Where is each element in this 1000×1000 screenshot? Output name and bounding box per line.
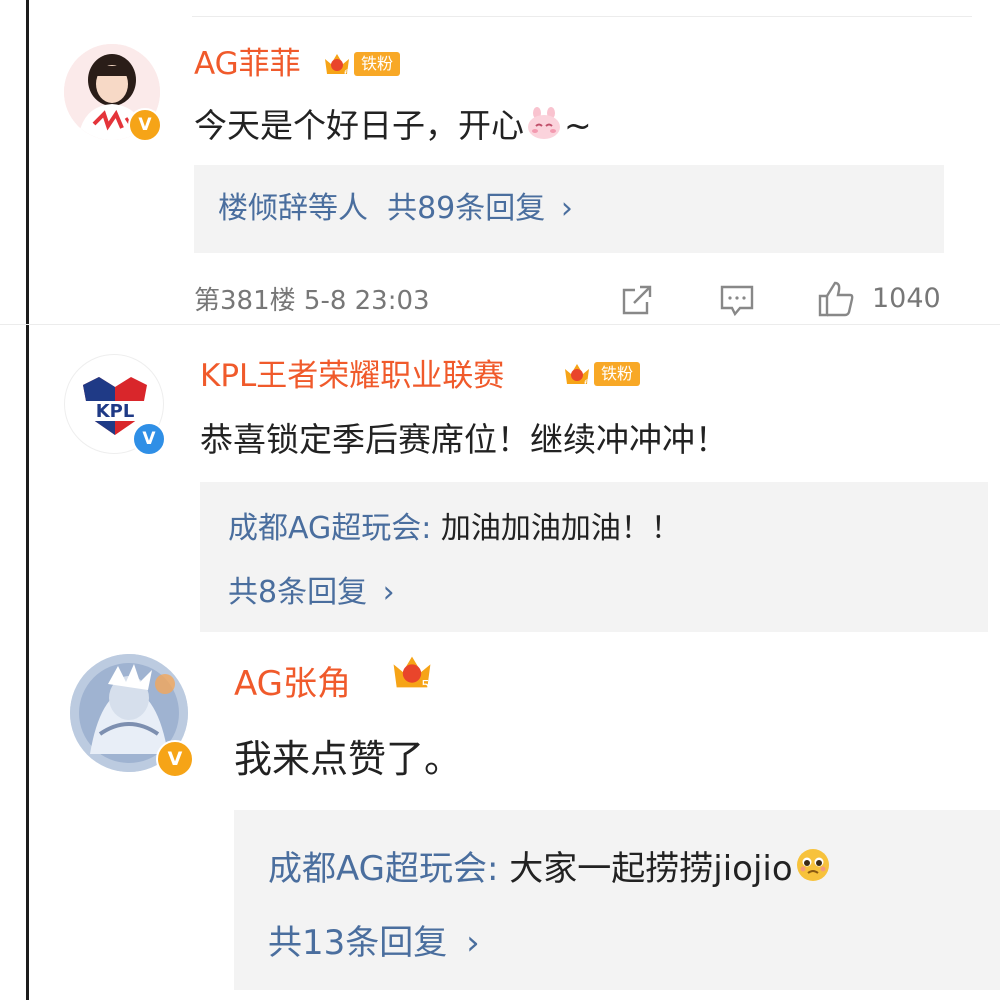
- fan-level-badge: 6 铁粉: [560, 358, 641, 390]
- reply-count-link[interactable]: 共8条回复 ›: [228, 572, 395, 614]
- reply-preview[interactable]: 成都AG超玩会: 大家一起捞捞jiojio: [268, 846, 831, 895]
- crown-icon: 5: [388, 656, 436, 688]
- share-icon[interactable]: [616, 280, 658, 320]
- reply-summary-link[interactable]: 楼倾辞等人 共89条回复 ›: [218, 188, 573, 230]
- thread-guide-line: [26, 0, 29, 1000]
- chevron-right-icon: ›: [560, 191, 573, 226]
- comment-text: 恭喜锁定季后赛席位！继续冲冲冲！: [200, 420, 728, 459]
- username[interactable]: KPL王者荣耀职业联赛: [200, 356, 504, 396]
- fan-level-badge: 5: [388, 656, 436, 688]
- reply-preview-box[interactable]: 成都AG超玩会: 加油加油加油！！ 共8条回复 ›: [200, 482, 988, 632]
- thumbs-up-icon[interactable]: [814, 278, 858, 320]
- crown-icon: 6: [560, 358, 594, 390]
- svg-text:KPL: KPL: [96, 401, 135, 422]
- reply-preview[interactable]: 成都AG超玩会: 加油加油加油！！: [228, 508, 681, 550]
- comment-text: 今天是个好日子，开心 ~: [194, 104, 592, 150]
- svg-text:6: 6: [584, 379, 590, 389]
- reply-author[interactable]: 成都AG超玩会:: [268, 849, 498, 889]
- verified-badge-icon: V: [156, 740, 194, 778]
- pleading-emoji-icon: [795, 847, 831, 895]
- comment-icon[interactable]: [716, 280, 758, 320]
- verified-badge-icon: V: [128, 108, 162, 142]
- crown-icon: 6: [320, 48, 354, 80]
- fan-tag: 铁粉: [354, 52, 401, 76]
- svg-text:5: 5: [421, 678, 430, 688]
- reply-count-link[interactable]: 共13条回复 ›: [268, 920, 480, 966]
- fan-level-badge: 6 铁粉: [320, 48, 401, 80]
- chevron-right-icon: ›: [382, 575, 395, 610]
- reply-summary-box[interactable]: 楼倾辞等人 共89条回复 ›: [194, 165, 944, 253]
- reply-text: 大家一起捞捞jiojio: [509, 849, 793, 889]
- like-count: 1040: [872, 283, 941, 314]
- floor-number: 第381楼: [194, 286, 296, 316]
- top-divider: [192, 16, 972, 17]
- reply-author[interactable]: 成都AG超玩会:: [228, 511, 431, 546]
- reply-preview-box[interactable]: 成都AG超玩会: 大家一起捞捞jiojio 共13条回复 ›: [234, 810, 1000, 990]
- comment-meta: 第381楼 5-8 23:03: [194, 284, 430, 318]
- chevron-right-icon: ›: [466, 923, 480, 963]
- username[interactable]: AG张角: [234, 662, 351, 706]
- comment-divider: [0, 324, 1000, 325]
- username[interactable]: AG菲菲: [194, 44, 301, 84]
- verified-badge-icon: V: [132, 422, 166, 456]
- comment-text: 我来点赞了。: [234, 737, 463, 781]
- svg-text:6: 6: [344, 69, 350, 79]
- timestamp: 5-8 23:03: [303, 286, 430, 316]
- reply-text: 加油加油加油！！: [440, 511, 681, 546]
- bunny-emoji-icon: [526, 106, 562, 150]
- fan-tag: 铁粉: [594, 362, 641, 386]
